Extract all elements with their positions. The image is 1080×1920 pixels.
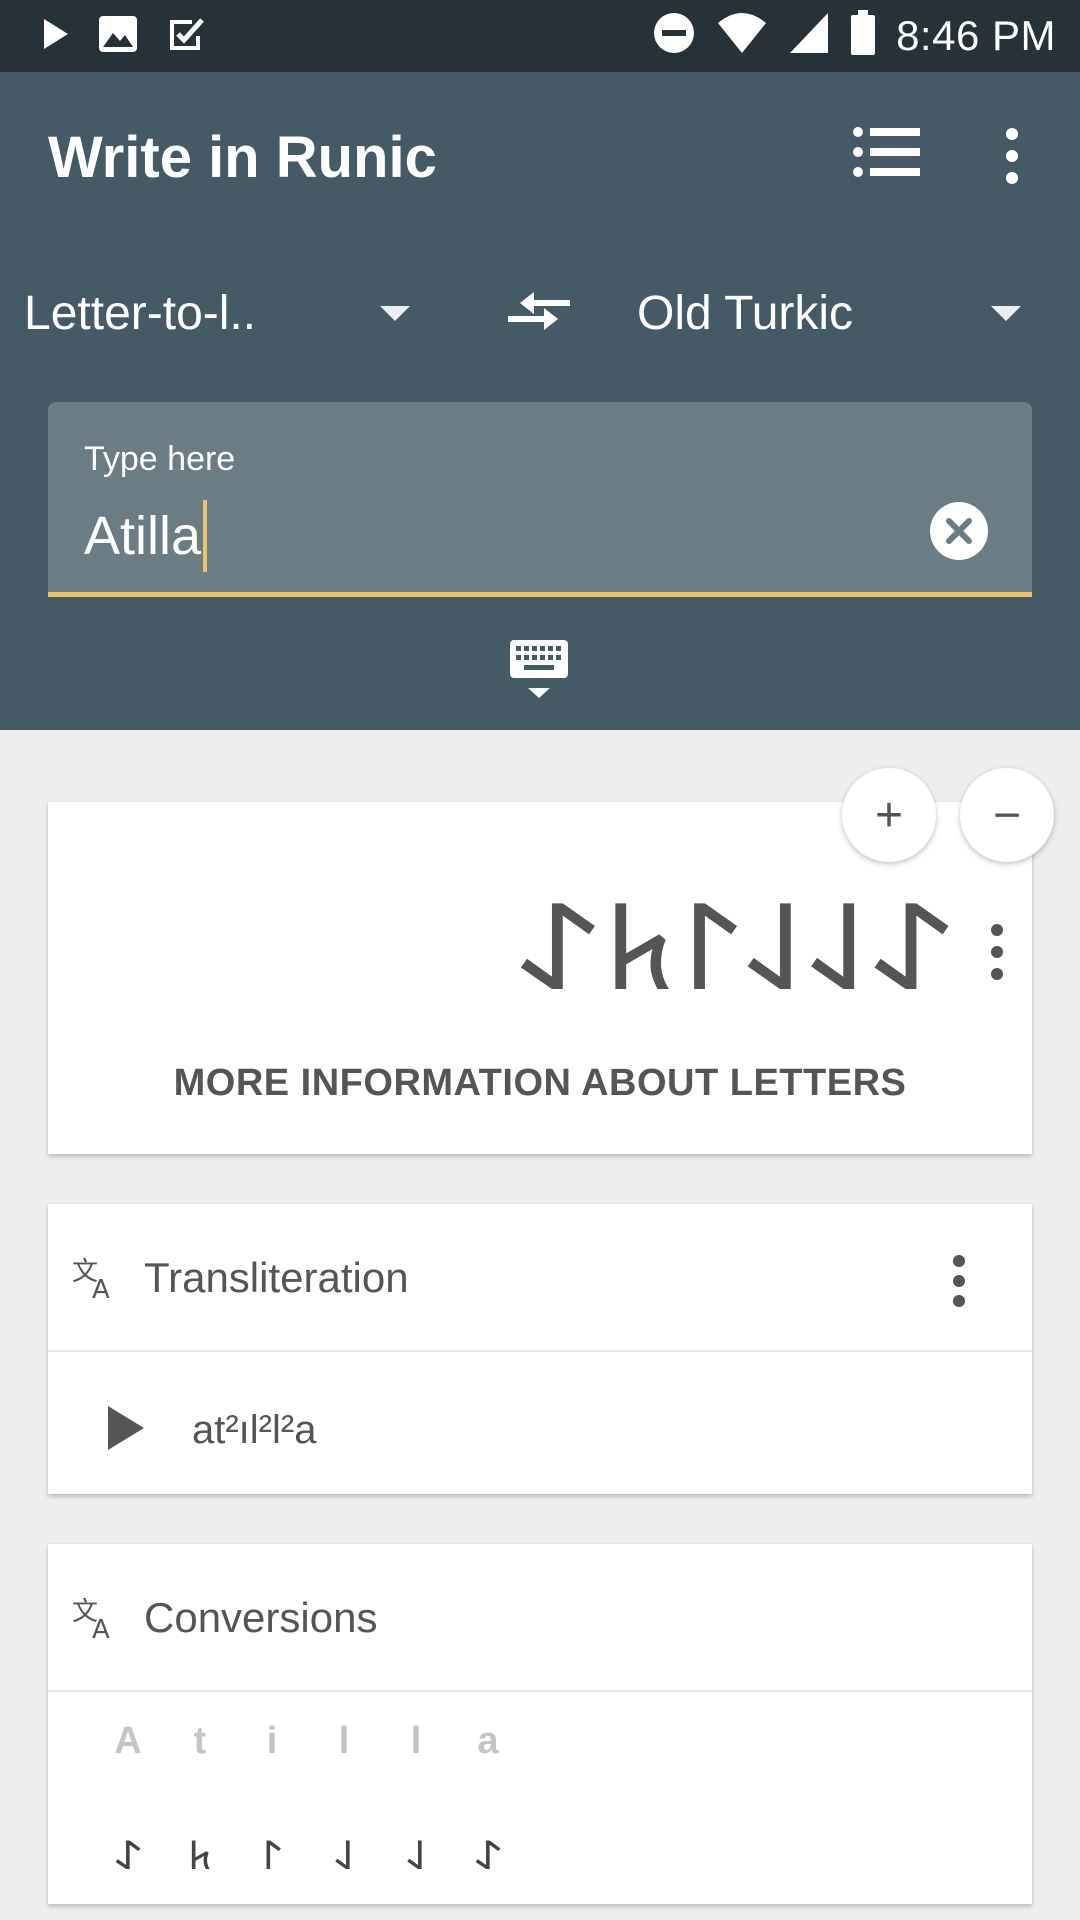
app-title: Write in Runic — [48, 125, 437, 190]
more-vert-icon — [991, 924, 1003, 980]
swap-arrows-icon — [508, 292, 570, 330]
keyboard-icon — [510, 640, 568, 698]
list-button[interactable] — [852, 124, 922, 180]
rune-letter[interactable]: 𐰞 — [308, 1826, 380, 1881]
transliteration-value: at²ıl²l²a — [192, 1408, 317, 1452]
conversions-card: 文 A Conversions A t i l l a 𐰀 𐱅 𐰃 𐰞 𐰞 𐰀 — [48, 1544, 1032, 1904]
clock: 8:46 PM — [896, 11, 1056, 59]
play-store-icon — [40, 17, 70, 56]
latin-letter[interactable]: l — [308, 1720, 380, 1763]
script-dropdown[interactable]: Old Turkic — [637, 278, 1037, 352]
clear-button[interactable] — [930, 502, 988, 560]
latin-letter[interactable]: l — [380, 1720, 452, 1763]
more-vert-icon — [953, 1255, 965, 1307]
conversion-latin-row: A t i l l a — [92, 1720, 524, 1763]
play-icon — [108, 1406, 144, 1450]
transliteration-card: 文 A Transliteration at²ıl²l²a — [48, 1204, 1032, 1494]
translate-icon: 文 A — [72, 1257, 110, 1302]
mode-dropdown-value: Letter-to-l.. — [24, 287, 257, 340]
rune-letter[interactable]: 𐰞 — [380, 1826, 452, 1881]
play-button[interactable] — [104, 1404, 148, 1452]
latin-letter[interactable]: i — [236, 1720, 308, 1763]
transliteration-overflow-button[interactable] — [952, 1254, 966, 1308]
output-overflow-button[interactable] — [990, 922, 1004, 982]
latin-letter[interactable]: a — [452, 1720, 524, 1763]
more-vert-icon — [1006, 128, 1018, 184]
wifi-icon — [716, 11, 768, 60]
runic-output-text: 𐰀𐰞𐰞𐰃𐱅𐰀 — [518, 879, 957, 1018]
chevron-down-icon — [991, 306, 1021, 321]
zoom-out-button[interactable]: − — [960, 768, 1054, 862]
more-information-button[interactable]: MORE INFORMATION ABOUT LETTERS — [48, 1062, 1032, 1105]
conversions-title: Conversions — [144, 1594, 378, 1641]
plus-icon: + — [874, 788, 904, 842]
list-icon — [853, 127, 920, 177]
minus-icon: − — [992, 788, 1022, 842]
keyboard-toggle-button[interactable] — [508, 638, 572, 702]
text-cursor — [203, 500, 208, 572]
mode-dropdown[interactable]: Letter-to-l.. — [24, 278, 424, 352]
zoom-in-button[interactable]: + — [842, 768, 936, 862]
translate-icon: 文 A — [72, 1597, 110, 1642]
close-icon — [946, 518, 972, 544]
do-not-disturb-icon — [652, 11, 696, 60]
image-icon — [98, 15, 138, 58]
battery-icon — [850, 10, 876, 61]
latin-letter[interactable]: A — [92, 1720, 164, 1763]
conversion-rune-row: 𐰀 𐱅 𐰃 𐰞 𐰞 𐰀 — [92, 1826, 524, 1881]
input-value-wrapper[interactable]: Atilla — [84, 500, 208, 572]
swap-button[interactable] — [506, 284, 572, 340]
status-bar: 8:46 PM — [0, 0, 1080, 72]
rune-letter[interactable]: 𐰃 — [236, 1826, 308, 1881]
svg-text:A: A — [92, 1615, 110, 1642]
overflow-menu-button[interactable] — [998, 128, 1026, 184]
app-bar: Write in Runic Letter-to-l.. Old Turkic … — [0, 72, 1080, 730]
cell-signal-icon — [788, 11, 830, 60]
task-check-icon — [166, 14, 210, 59]
input-label: Type here — [84, 440, 236, 478]
transliteration-title: Transliteration — [144, 1254, 409, 1301]
svg-text:A: A — [92, 1275, 110, 1302]
rune-letter[interactable]: 𐱅 — [164, 1826, 236, 1881]
script-dropdown-value: Old Turkic — [637, 287, 854, 340]
input-value[interactable]: Atilla — [84, 505, 201, 567]
conversions-header: 文 A Conversions — [48, 1544, 1032, 1692]
text-input-field[interactable]: Type here Atilla — [48, 402, 1032, 597]
latin-letter[interactable]: t — [164, 1720, 236, 1763]
transliteration-header: 文 A Transliteration — [48, 1204, 1032, 1352]
chevron-down-icon — [380, 306, 410, 321]
rune-letter[interactable]: 𐰀 — [452, 1826, 524, 1881]
rune-letter[interactable]: 𐰀 — [92, 1826, 164, 1881]
